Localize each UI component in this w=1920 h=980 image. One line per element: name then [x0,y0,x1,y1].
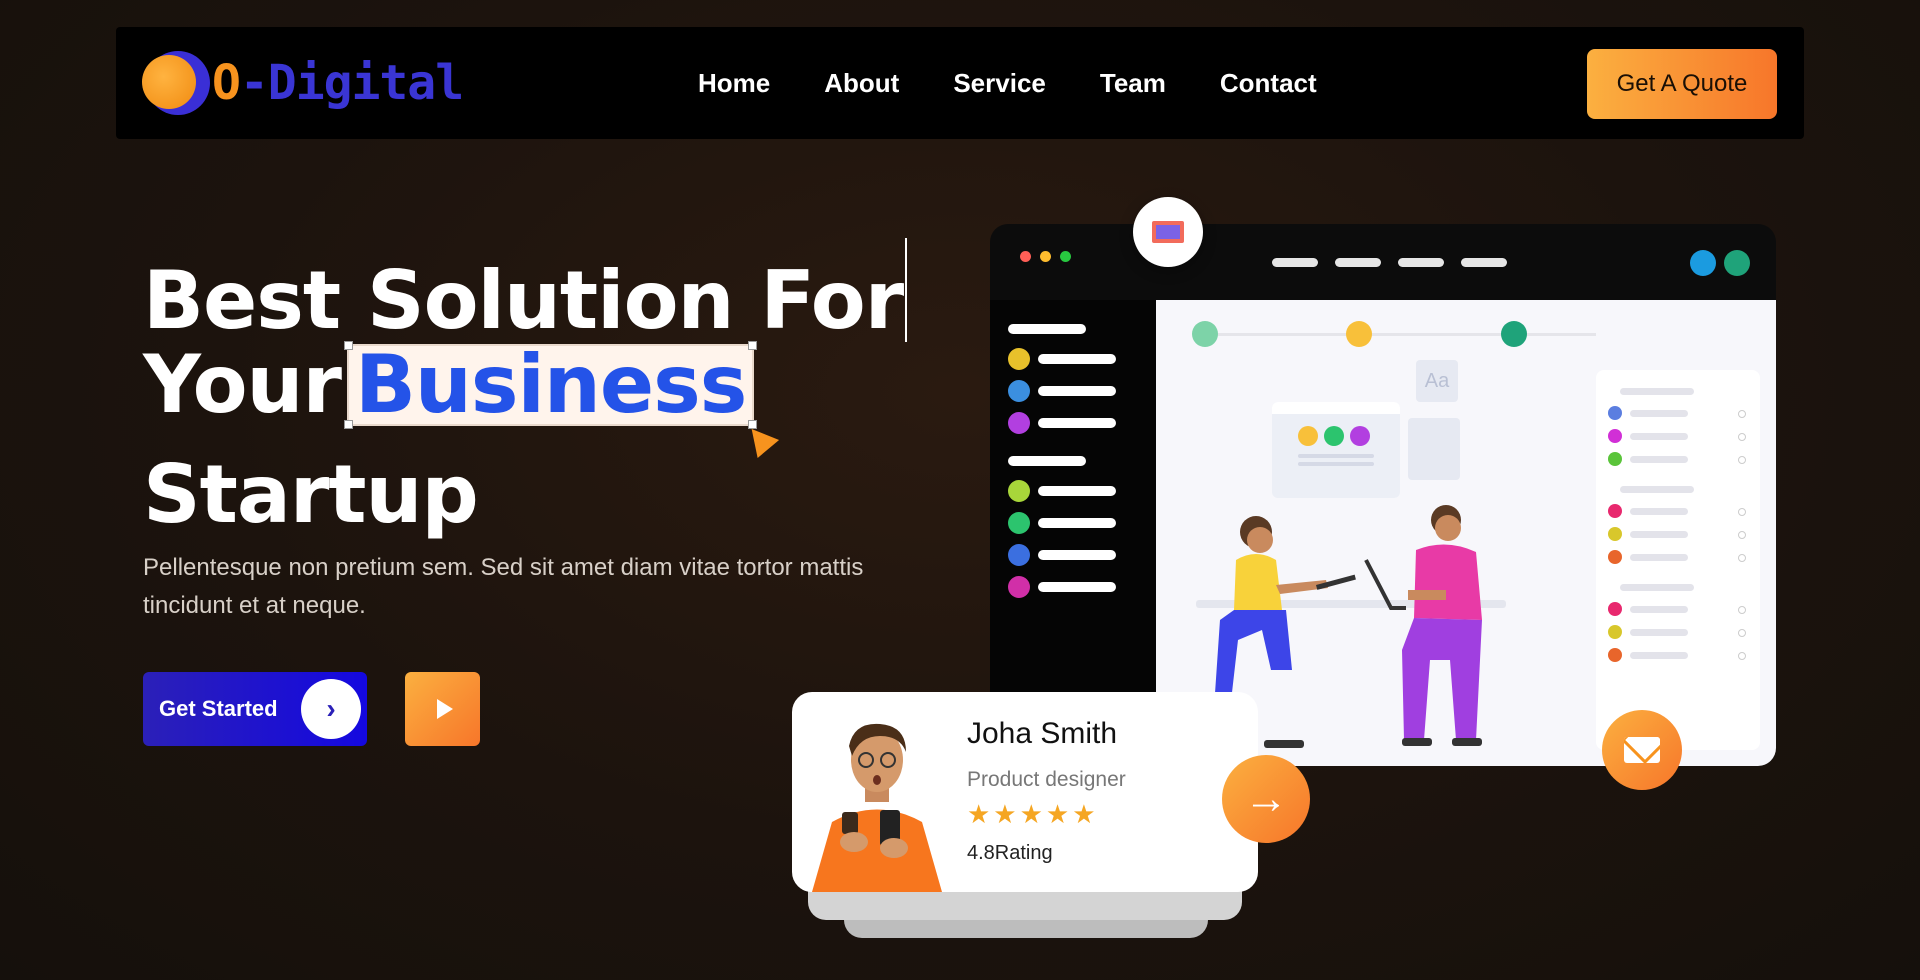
logo-icon [142,49,210,117]
get-quote-button[interactable]: Get A Quote [1587,49,1777,119]
mock-list-panel [1596,370,1760,750]
font-icon: Aa [1416,360,1458,402]
mini-window [1272,402,1400,498]
navbar: O-Digital Home About Service Team Contac… [116,27,1804,139]
hero-description: Pellentesque non pretium sem. Sed sit am… [143,554,864,619]
logo-text: O-Digital [212,55,464,111]
mail-button[interactable] [1602,710,1682,790]
rating-stars-icon: ★★★★★ [967,799,1099,829]
play-video-button[interactable] [405,672,480,746]
profile-card: Joha Smith Product designer ★★★★★ 4.8Rat… [792,692,1258,892]
get-started-label: Get Started [159,696,278,721]
arrow-right-button[interactable]: → [1222,755,1310,843]
chevron-right-icon: › [301,679,361,739]
text-caret [905,238,908,342]
hero-title-line1: Best Solution For [143,254,904,347]
nav-link-about[interactable]: About [824,68,899,99]
mock-titlebar [990,224,1776,300]
profile-role: Product designer [967,768,1126,791]
profile-rating: 4.8Rating [967,842,1053,864]
play-icon [436,699,453,719]
nav-link-team[interactable]: Team [1100,68,1166,99]
nav-link-home[interactable]: Home [698,68,770,99]
profile-name: Joha Smith [967,717,1118,750]
mail-icon [1624,737,1660,763]
nav-link-service[interactable]: Service [953,68,1046,99]
nav-link-contact[interactable]: Contact [1220,68,1317,99]
image-icon [1408,418,1460,480]
hero-title-line2: Your [143,338,342,431]
get-started-button[interactable]: Get Started › [143,672,367,746]
nav-links: Home About Service Team Contact [698,27,1317,139]
hero-title-highlight: Business [343,341,780,458]
hero-title: Best Solution For Your Business Startup [143,238,908,541]
dashboard-illustration: Aa [990,224,1776,766]
hero-title-line3: Startup [143,448,479,541]
profile-photo [802,702,952,892]
presentation-chart-icon [1133,197,1203,267]
brand-logo[interactable]: O-Digital [142,49,464,117]
